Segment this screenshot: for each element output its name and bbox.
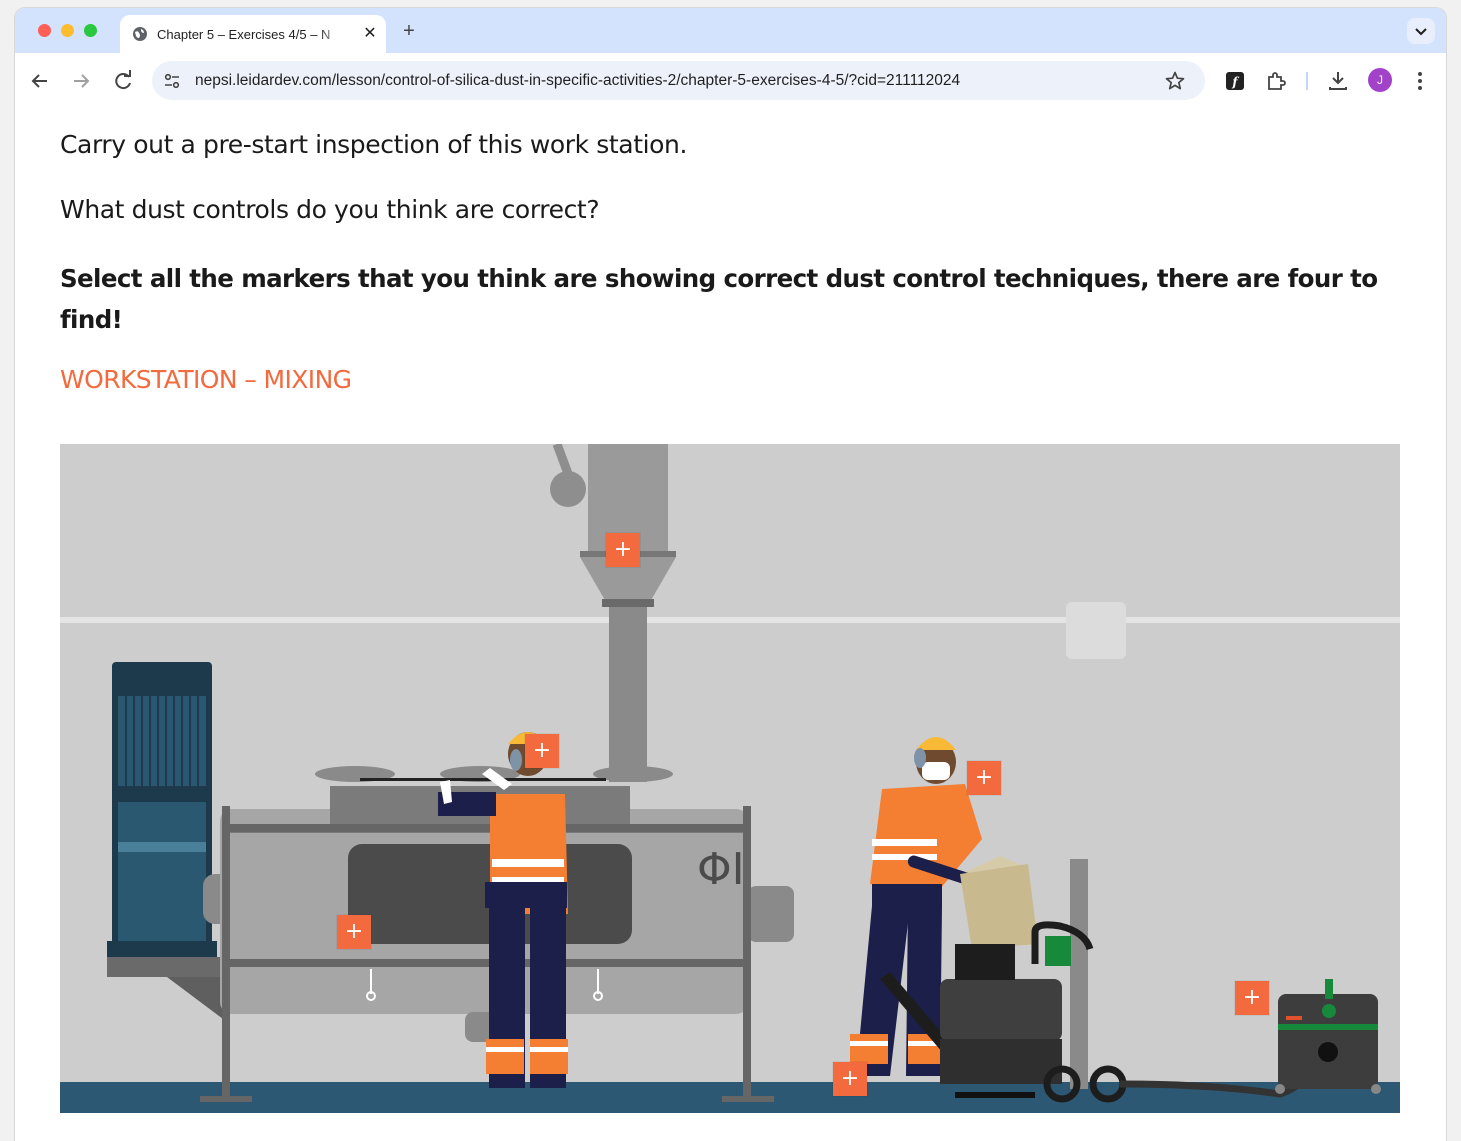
mixing-scene-graphic: ΦI xyxy=(60,444,1400,1113)
active-tab[interactable]: Chapter 5 – Exercises 4/5 – N ✕ xyxy=(120,15,386,53)
site-info-icon[interactable] xyxy=(162,71,182,91)
back-arrow-icon[interactable] xyxy=(26,67,54,95)
hotspot-marker-duct[interactable]: + xyxy=(606,533,640,567)
minimize-window-button[interactable] xyxy=(61,24,74,37)
forward-arrow-icon[interactable] xyxy=(67,67,95,95)
kebab-menu-icon[interactable] xyxy=(1406,67,1434,95)
puzzle-icon[interactable] xyxy=(1262,67,1290,95)
workstation-illustration: ΦI + + + + + + xyxy=(60,444,1400,1113)
star-icon[interactable] xyxy=(1164,70,1186,92)
browser-window: Chapter 5 – Exercises 4/5 – N ✕ + nepsi.… xyxy=(15,8,1446,1141)
download-icon[interactable] xyxy=(1324,67,1352,95)
address-bar[interactable]: nepsi.leidardev.com/lesson/control-of-si… xyxy=(152,61,1205,100)
hotspot-marker-vacuum[interactable]: + xyxy=(1235,981,1269,1015)
tab-strip: Chapter 5 – Exercises 4/5 – N ✕ + xyxy=(15,8,1446,53)
instruction-text: Select all the markers that you think ar… xyxy=(60,264,1378,334)
hotspot-marker-mixer[interactable]: + xyxy=(337,915,371,949)
intro-text: Carry out a pre-start inspection of this… xyxy=(60,130,688,159)
url-text[interactable]: nepsi.leidardev.com/lesson/control-of-si… xyxy=(195,61,960,100)
plus-icon[interactable]: + xyxy=(398,20,420,42)
tab-title: Chapter 5 – Exercises 4/5 – N xyxy=(157,27,331,42)
profile-avatar[interactable]: J xyxy=(1368,68,1392,92)
reload-icon[interactable] xyxy=(109,67,137,95)
svg-text:ΦI: ΦI xyxy=(697,844,745,895)
chevron-down-icon xyxy=(1415,28,1427,36)
close-icon[interactable]: ✕ xyxy=(360,24,380,44)
browser-toolbar: nepsi.leidardev.com/lesson/control-of-si… xyxy=(15,53,1446,109)
tab-search-button[interactable] xyxy=(1407,18,1435,44)
hotspot-marker-floor[interactable]: + xyxy=(833,1062,867,1096)
question-text: What dust controls do you think are corr… xyxy=(60,195,600,224)
hotspot-marker-worker-2-ppe[interactable]: + xyxy=(967,761,1001,795)
globe-icon xyxy=(133,27,147,41)
maximize-window-button[interactable] xyxy=(84,24,97,37)
hotspot-marker-worker-1-ppe[interactable]: + xyxy=(525,734,559,768)
toolbar-divider xyxy=(1306,72,1308,90)
close-window-button[interactable] xyxy=(38,24,51,37)
workstation-heading: WORKSTATION – MIXING xyxy=(60,365,352,394)
page-content: Carry out a pre-start inspection of this… xyxy=(15,108,1446,1141)
extension-f-icon[interactable]: f xyxy=(1221,67,1249,95)
